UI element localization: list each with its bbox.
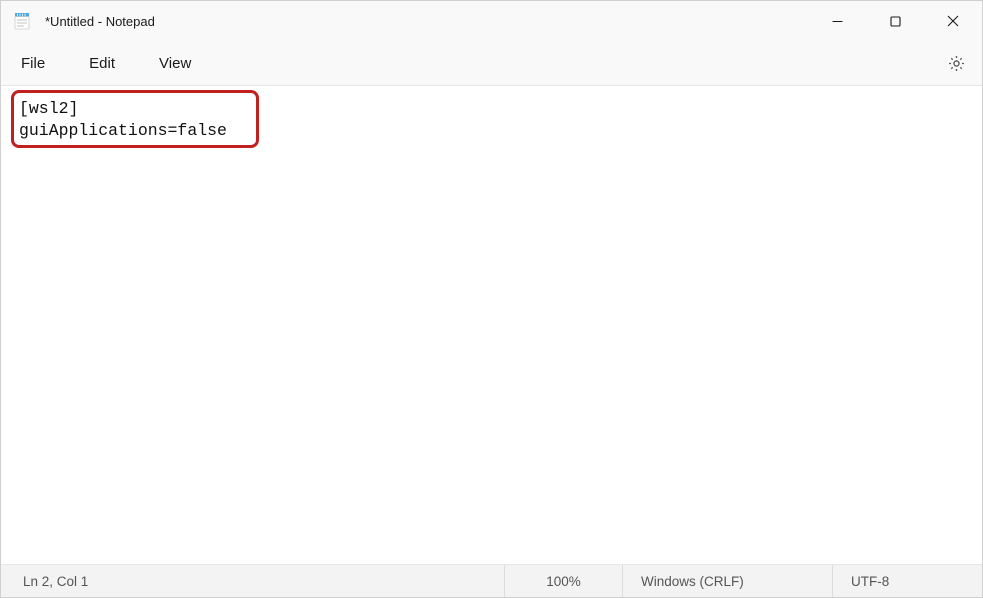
status-zoom: 100% [504,565,622,597]
maximize-button[interactable] [866,1,924,41]
status-position: Ln 2, Col 1 [1,565,504,597]
text-editor[interactable] [1,86,982,564]
statusbar: Ln 2, Col 1 100% Windows (CRLF) UTF-8 [1,565,982,597]
status-encoding: UTF-8 [832,565,982,597]
window-controls [808,1,982,41]
settings-button[interactable] [943,50,970,77]
menu-view[interactable]: View [151,49,199,78]
window-title: *Untitled - Notepad [45,14,155,29]
menubar: File Edit View [1,41,982,85]
close-button[interactable] [924,1,982,41]
menu-file[interactable]: File [13,49,53,78]
editor-area [1,85,982,565]
minimize-button[interactable] [808,1,866,41]
status-line-ending: Windows (CRLF) [622,565,832,597]
notepad-icon [13,12,31,30]
titlebar: *Untitled - Notepad [1,1,982,41]
menu-edit[interactable]: Edit [81,49,123,78]
